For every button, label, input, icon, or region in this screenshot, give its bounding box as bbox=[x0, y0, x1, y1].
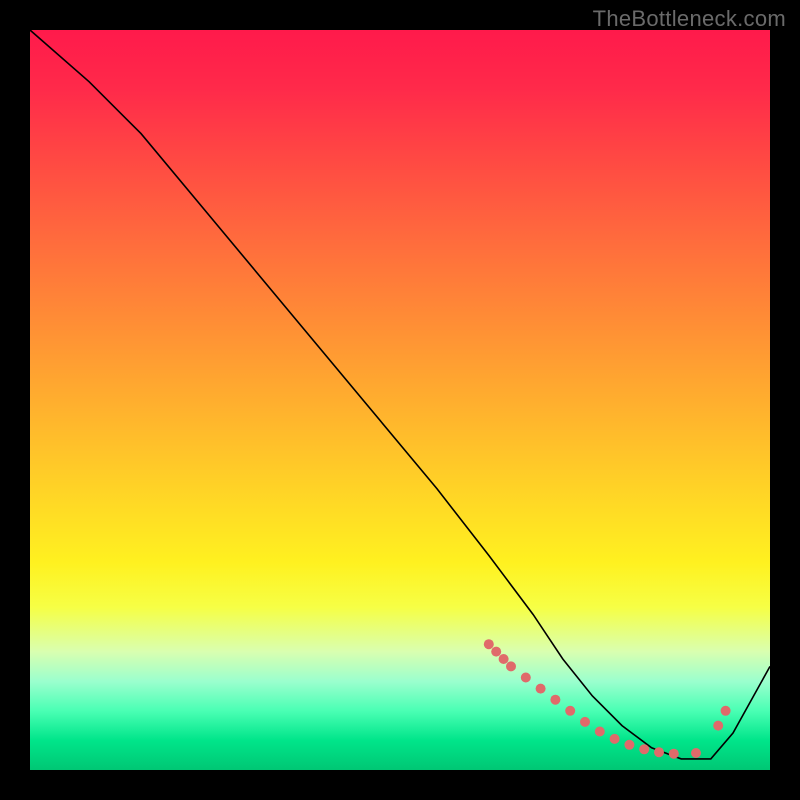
highlight-dot bbox=[610, 734, 620, 744]
highlight-dot bbox=[536, 684, 546, 694]
highlight-dot bbox=[595, 727, 605, 737]
highlight-dot bbox=[484, 639, 494, 649]
highlight-dot bbox=[624, 740, 634, 750]
highlight-dot bbox=[499, 654, 509, 664]
highlight-dot bbox=[580, 717, 590, 727]
chart-frame: TheBottleneck.com bbox=[0, 0, 800, 800]
highlight-dot bbox=[565, 706, 575, 716]
highlight-dot bbox=[639, 744, 649, 754]
chart-svg bbox=[30, 30, 770, 770]
highlight-dot bbox=[521, 673, 531, 683]
highlight-dot bbox=[691, 748, 701, 758]
highlight-dot bbox=[491, 647, 501, 657]
bottleneck-curve bbox=[30, 30, 770, 759]
highlight-dot bbox=[713, 721, 723, 731]
highlight-dot bbox=[654, 747, 664, 757]
highlight-dot bbox=[550, 695, 560, 705]
highlight-dot bbox=[506, 661, 516, 671]
highlight-dot bbox=[721, 706, 731, 716]
highlight-markers bbox=[484, 639, 731, 759]
highlight-dot bbox=[669, 749, 679, 759]
watermark-text: TheBottleneck.com bbox=[593, 6, 786, 32]
